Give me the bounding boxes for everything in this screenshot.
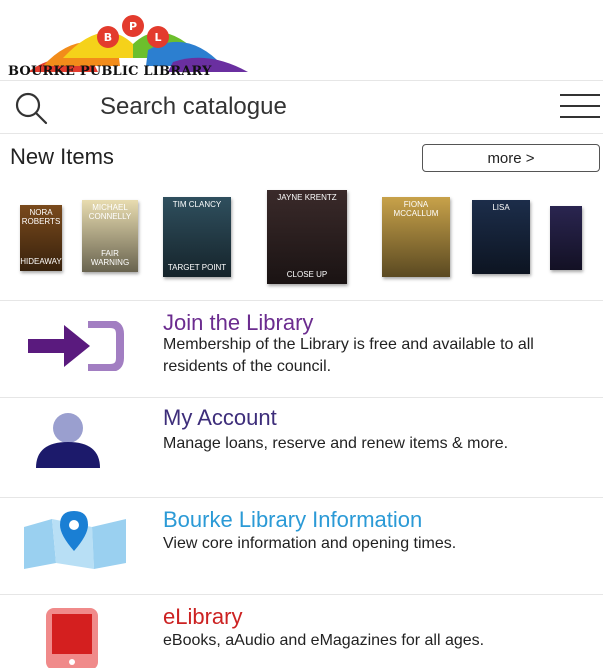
book-cover[interactable]: MICHAEL CONNELLY FAIR WARNING	[82, 200, 138, 272]
book-title: FAIR WARNING	[90, 249, 130, 268]
book-author: NORA ROBERTS	[21, 208, 61, 226]
book-title: CLOSE UP	[286, 270, 328, 280]
library-name: BOURKE PUBLIC LIBRARY	[8, 64, 212, 79]
elibrary-desc: eBooks, aAudio and eMagazines for all ag…	[163, 632, 485, 649]
logo-letter-l: L	[154, 31, 161, 44]
join-library-title: Join the Library	[163, 310, 314, 335]
elibrary-title: eLibrary	[163, 604, 243, 629]
book-title: HIDEAWAY	[20, 257, 62, 267]
map-location-icon	[24, 511, 126, 569]
book-author: TIM CLANCY	[172, 200, 222, 209]
book-cover[interactable]: JAYNE KRENTZ CLOSE UP	[267, 190, 347, 284]
new-items-title: New Items	[10, 144, 114, 169]
logo-letter-p: P	[129, 20, 137, 33]
library-info-title: Bourke Library Information	[163, 507, 423, 532]
logo-letter-b: B	[104, 31, 112, 44]
book-author: JAYNE KRENTZ	[277, 193, 337, 202]
mobile-device-icon	[46, 608, 98, 668]
book-cover[interactable]: TIM CLANCY TARGET POINT	[163, 197, 231, 277]
library-info-item[interactable]: Bourke Library Information View core inf…	[0, 497, 603, 594]
book-cover[interactable]: NORA ROBERTS HIDEAWAY	[20, 205, 62, 271]
join-library-desc: Membership of the Library is free and av…	[163, 336, 534, 375]
book-title: TARGET POINT	[167, 263, 227, 273]
book-cover[interactable]: FIONA MCCALLUM	[382, 197, 450, 277]
join-library-item[interactable]: Join the Library Membership of the Libra…	[0, 300, 603, 397]
my-account-item[interactable]: My Account Manage loans, reserve and ren…	[0, 397, 603, 497]
book-cover[interactable]	[550, 206, 582, 270]
book-author: MICHAEL CONNELLY	[88, 203, 132, 221]
book-author: LISA	[492, 203, 510, 212]
more-button[interactable]: more >	[422, 144, 600, 172]
library-info-desc: View core information and opening times.	[163, 535, 457, 552]
search-input[interactable]	[100, 91, 400, 123]
book-author: FIONA MCCALLUM	[393, 200, 439, 218]
divider	[0, 133, 603, 134]
book-cover[interactable]: LISA	[472, 200, 530, 274]
search-icon[interactable]	[12, 91, 52, 125]
my-account-desc: Manage loans, reserve and renew items & …	[163, 435, 509, 452]
join-arrow-icon	[28, 321, 124, 371]
user-avatar-icon	[36, 413, 100, 468]
divider	[0, 80, 603, 81]
hamburger-menu-icon[interactable]	[560, 92, 600, 122]
elibrary-item[interactable]: eLibrary eBooks, aAudio and eMagazines f…	[0, 594, 603, 668]
my-account-title: My Account	[163, 405, 277, 430]
